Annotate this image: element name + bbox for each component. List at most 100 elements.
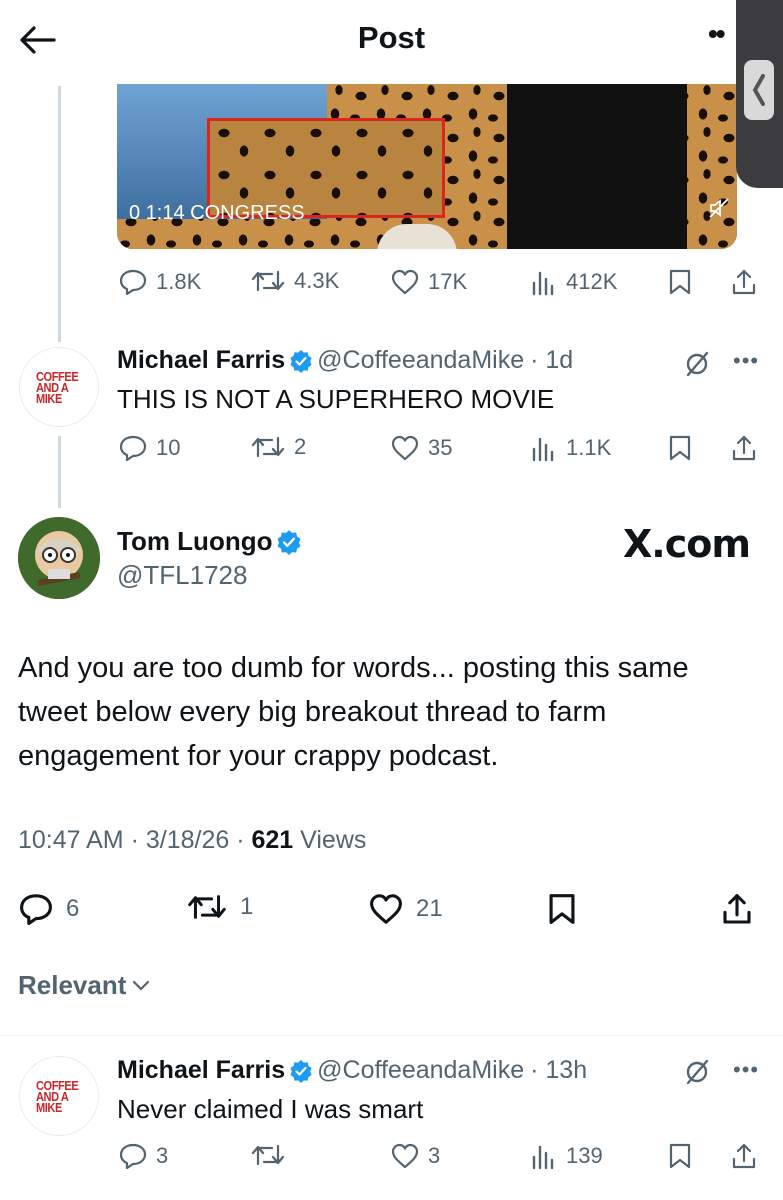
like-button[interactable]: 17K — [390, 268, 467, 296]
reply-text: Never claimed I was smart — [117, 1094, 424, 1124]
views-count: 621 — [251, 826, 294, 854]
heart-icon — [391, 1143, 419, 1169]
grok-icon[interactable] — [683, 1058, 711, 1091]
chevron-down-icon — [133, 980, 150, 991]
author-handle[interactable]: @TFL1728 — [117, 560, 247, 591]
views-button[interactable]: 412K — [530, 268, 617, 296]
repost-icon — [251, 436, 285, 458]
views-count: 412K — [566, 269, 618, 294]
views-button[interactable]: 1.1K — [530, 434, 611, 462]
views-count: 1.1K — [566, 435, 612, 460]
side-panel-handle[interactable] — [736, 0, 783, 188]
reply-header: Michael Farris @CoffeeandaMike · 13h — [117, 1056, 587, 1085]
post-time: 10:47 AM · 3/18/26 · — [18, 826, 252, 854]
views-count: 139 — [566, 1143, 603, 1168]
post-meta: 10:47 AM · 3/18/26 · 621 Views — [18, 826, 366, 855]
repost-icon — [251, 270, 285, 292]
reply-button[interactable]: 6 — [18, 892, 79, 926]
share-button[interactable] — [730, 434, 758, 464]
like-count: 35 — [428, 435, 453, 460]
avatar[interactable] — [18, 517, 100, 599]
share-button[interactable] — [730, 1142, 758, 1172]
author-name[interactable]: Michael Farris — [117, 1056, 285, 1085]
like-count: 21 — [416, 895, 443, 922]
post-time: · 1d — [530, 346, 574, 374]
views-icon — [532, 437, 554, 462]
more-options-button[interactable]: ••• — [733, 348, 759, 374]
share-icon — [732, 1143, 756, 1169]
author-name-row: Tom Luongo — [117, 526, 306, 557]
heart-icon — [370, 894, 402, 924]
bookmark-button[interactable] — [667, 1142, 693, 1170]
verified-badge-icon — [290, 349, 312, 373]
heart-icon — [391, 269, 419, 295]
main-post-actions: 6 1 21 — [0, 892, 783, 928]
xcom-watermark: X.com — [623, 522, 751, 566]
video-thumbnail[interactable]: 0 1:14 CONGRESS — [117, 84, 737, 249]
sort-dropdown[interactable]: Relevant — [18, 970, 150, 1001]
avatar-logo-line: MIKE — [36, 1099, 62, 1115]
verified-badge-icon — [277, 529, 301, 555]
video-dark-area — [507, 84, 687, 249]
chevron-left-icon — [744, 60, 774, 120]
reply-icon — [119, 269, 147, 296]
repost-icon — [188, 895, 226, 919]
repost-count: 4.3K — [294, 268, 340, 293]
share-button[interactable] — [720, 892, 754, 928]
bookmark-icon — [669, 269, 691, 295]
reply-icon — [119, 1143, 147, 1170]
reply-button[interactable]: 3 — [118, 1142, 168, 1170]
views-button[interactable]: 139 — [530, 1142, 603, 1170]
bookmark-button[interactable] — [667, 434, 693, 462]
share-button[interactable] — [730, 268, 758, 298]
share-icon — [732, 269, 756, 295]
like-button[interactable]: 3 — [390, 1142, 440, 1170]
repost-button[interactable]: 1 — [186, 892, 253, 922]
like-count: 3 — [428, 1143, 441, 1168]
mute-icon[interactable] — [707, 196, 731, 225]
avatar-logo-line: MIKE — [36, 390, 62, 406]
views-icon — [532, 271, 554, 296]
reply-button[interactable]: 10 — [118, 434, 180, 462]
page-title: Post — [357, 20, 426, 55]
author-name[interactable]: Tom Luongo — [117, 526, 272, 557]
repost-button[interactable] — [250, 1142, 294, 1168]
share-icon — [732, 435, 756, 461]
video-timestamp: 0 1:14 CONGRESS — [129, 202, 305, 224]
like-button[interactable]: 35 — [390, 434, 452, 462]
like-count: 17K — [428, 269, 468, 294]
like-button[interactable]: 21 — [368, 892, 443, 926]
heart-icon — [391, 435, 419, 461]
reply-button[interactable]: 1.8K — [118, 268, 201, 296]
verified-badge-icon — [290, 1059, 312, 1083]
sort-label: Relevant — [18, 970, 127, 1000]
bookmark-icon — [669, 435, 691, 461]
reply-header: Michael Farris @CoffeeandaMike · 1d — [117, 346, 573, 375]
views-label: Views — [293, 826, 367, 854]
repost-button[interactable]: 4.3K — [250, 268, 339, 294]
reply-actions: 3 3 139 — [0, 1142, 783, 1172]
reply-count: 1.8K — [156, 269, 202, 294]
post-text: And you are too dumb for words... postin… — [18, 652, 689, 772]
author-name[interactable]: Michael Farris — [117, 346, 285, 375]
avatar[interactable]: COFFEE AND A MIKE — [19, 1056, 99, 1136]
author-handle[interactable]: @CoffeeandaMike — [317, 346, 524, 375]
share-icon — [723, 894, 751, 924]
repost-count: 1 — [240, 893, 254, 920]
reply-actions: 10 2 35 1.1K — [0, 434, 783, 464]
grok-icon[interactable] — [683, 350, 711, 383]
divider — [0, 1035, 783, 1036]
reply-icon — [20, 894, 52, 925]
repost-button[interactable]: 2 — [250, 434, 306, 460]
top-bar: Post •• — [0, 0, 783, 84]
more-options-button[interactable]: ••• — [733, 1057, 759, 1083]
author-handle[interactable]: @CoffeeandaMike — [317, 1056, 524, 1085]
more-options-button[interactable]: •• — [708, 18, 726, 50]
bookmark-icon — [669, 1143, 691, 1169]
avatar[interactable]: COFFEE AND A MIKE — [19, 347, 99, 427]
bookmark-icon — [549, 894, 575, 924]
reply-icon — [119, 435, 147, 462]
bookmark-button[interactable] — [546, 892, 578, 926]
thread-line — [58, 86, 61, 342]
bookmark-button[interactable] — [667, 268, 693, 296]
